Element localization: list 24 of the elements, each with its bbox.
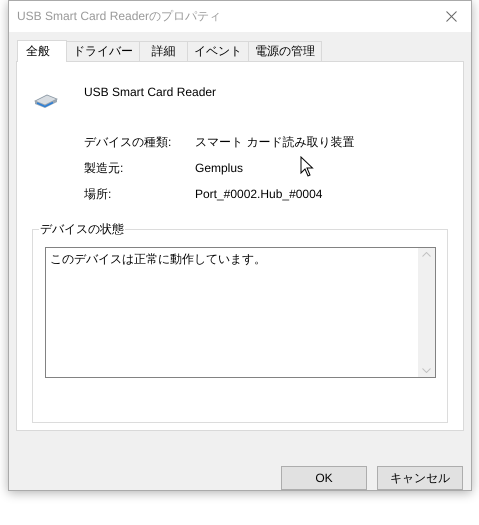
scroll-up-icon — [422, 252, 431, 257]
scroll-down-icon — [422, 368, 431, 373]
tab[interactable]: イベント — [188, 40, 249, 61]
tab[interactable]: ドライバー — [67, 40, 140, 61]
tab[interactable]: 全般 — [17, 40, 67, 62]
scrollbar[interactable] — [418, 248, 435, 377]
property-label: デバイスの種類: — [84, 134, 172, 151]
property-label: 製造元: — [84, 160, 124, 177]
status-text-box[interactable]: このデバイスは正常に動作しています。 — [45, 246, 436, 378]
window-title: USB Smart Card Readerのプロパティ — [17, 8, 222, 26]
property-value: スマート カード読み取り装置 — [195, 134, 354, 151]
card-reader-icon — [33, 92, 59, 110]
tab[interactable]: 詳細 — [140, 40, 188, 61]
property-value: Gemplus — [195, 160, 244, 177]
device-name: USB Smart Card Reader — [84, 84, 216, 101]
group-title: デバイスの状態 — [39, 220, 125, 237]
status-text: このデバイスは正常に動作しています。 — [49, 250, 267, 268]
property-value: Port_#0002.Hub_#0004 — [195, 186, 322, 203]
dialog-button[interactable]: OK — [281, 466, 367, 490]
dialog-button[interactable]: キャンセル — [377, 466, 463, 490]
tab[interactable]: 電源の管理 — [249, 40, 322, 61]
close-icon — [446, 10, 456, 22]
property-label: 場所: — [84, 186, 112, 203]
mouse-cursor-icon — [300, 156, 314, 178]
